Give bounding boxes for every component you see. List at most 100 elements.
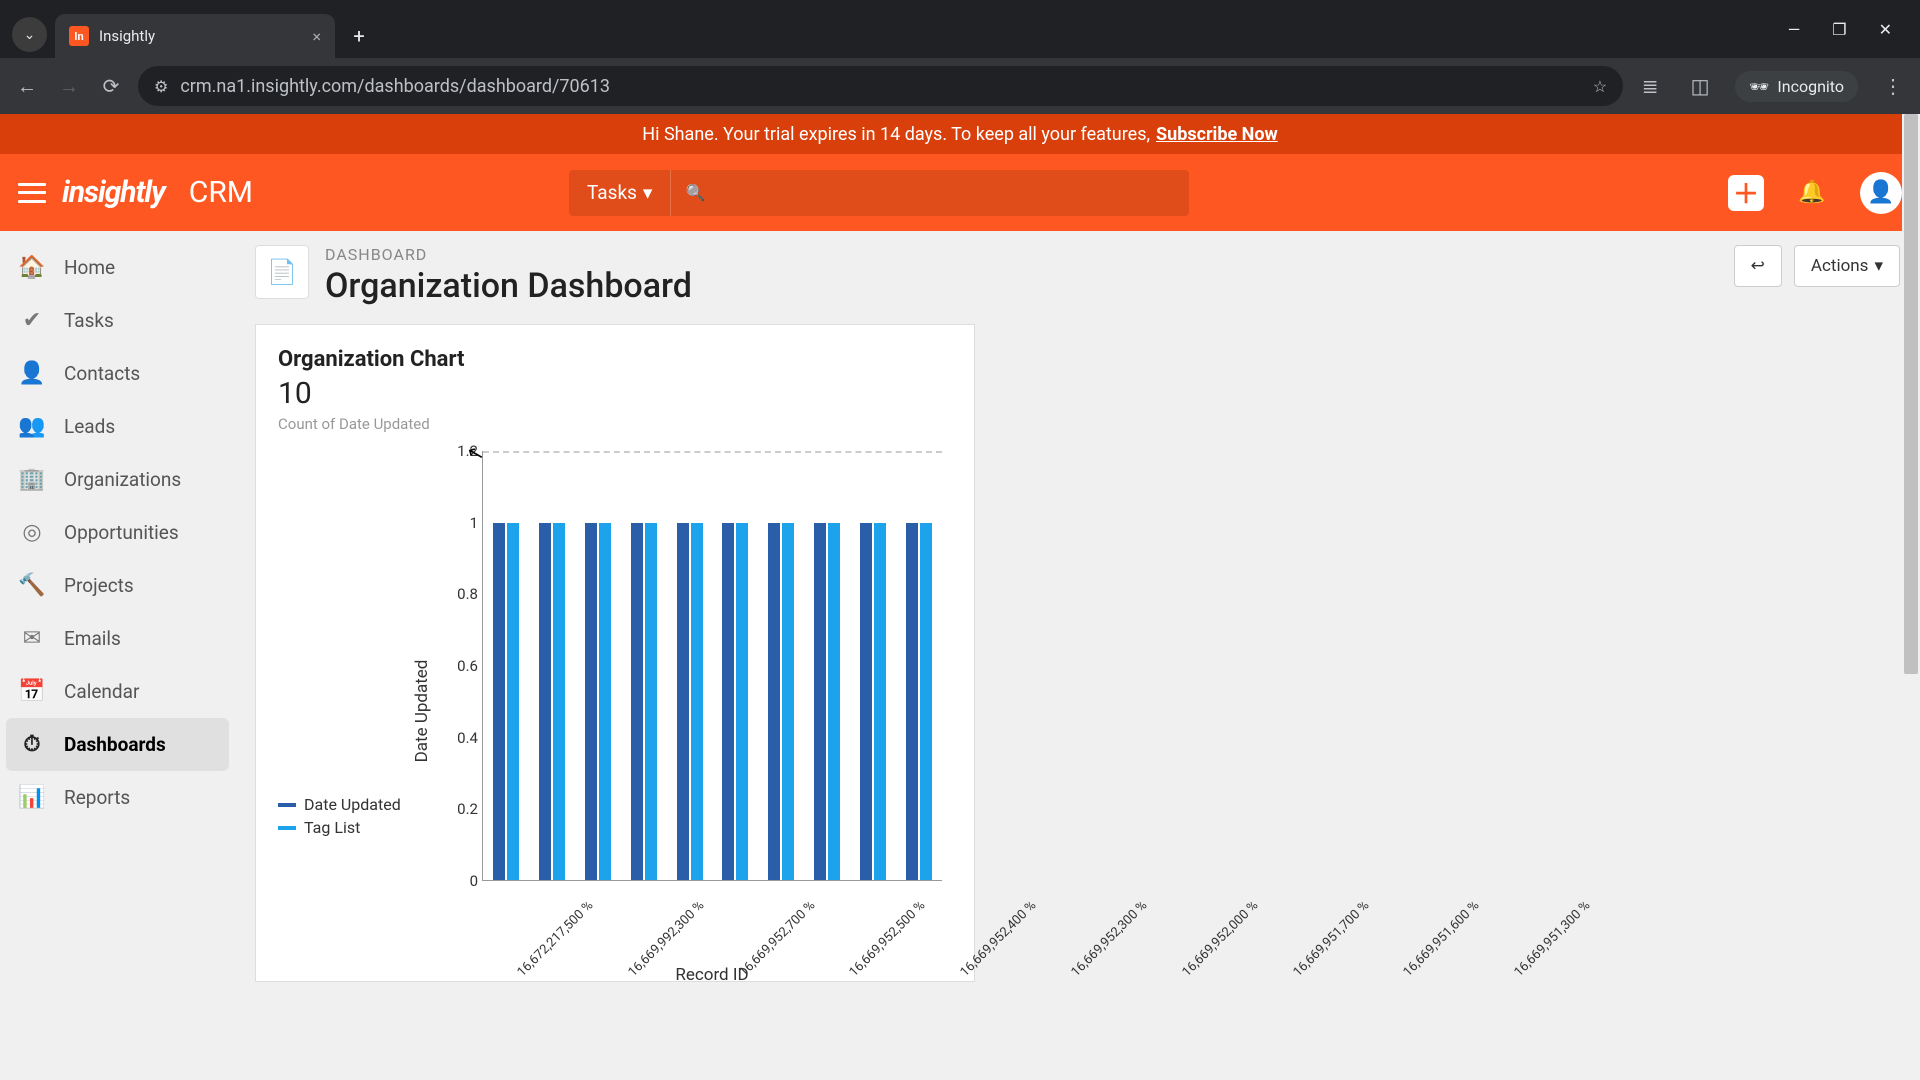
url-input[interactable]: ⚙ crm.na1.insightly.com/dashboards/dashb… bbox=[138, 66, 1623, 106]
card-title: Organization Chart bbox=[278, 347, 952, 372]
actions-dropdown[interactable]: Actions ▾ bbox=[1794, 245, 1900, 287]
bar bbox=[722, 523, 734, 881]
maximize-icon[interactable]: ❐ bbox=[1832, 20, 1846, 39]
bar bbox=[874, 523, 886, 881]
y-tick: 0.4 bbox=[457, 729, 478, 747]
incognito-badge[interactable]: 🕶 Incognito bbox=[1735, 71, 1858, 102]
app-name: CRM bbox=[189, 175, 253, 210]
bar bbox=[631, 523, 643, 881]
sidebar-item-organizations[interactable]: 🏢Organizations bbox=[6, 453, 229, 506]
organizations-icon: 🏢 bbox=[18, 467, 46, 492]
sidebar-item-calendar[interactable]: 📅 Calendar bbox=[6, 665, 229, 718]
x-tick: 16,669,951,300 % bbox=[1512, 891, 1654, 1033]
chart-card: Organization Chart 1 0 Count of Date Upda… bbox=[255, 324, 975, 982]
bar bbox=[539, 523, 551, 881]
bar bbox=[814, 523, 826, 881]
sidebar-item-label: Leads bbox=[64, 415, 115, 438]
bar-group[interactable] bbox=[852, 451, 894, 880]
forward-button[interactable]: → bbox=[54, 71, 84, 101]
browser-tab[interactable]: In Insightly × bbox=[55, 14, 335, 58]
minimize-icon[interactable]: — bbox=[1788, 20, 1801, 39]
sidebar-item-tasks[interactable]: ✔ Tasks bbox=[6, 294, 229, 347]
sidebar-item-label: Tasks bbox=[64, 309, 114, 332]
incognito-icon: 🕶 bbox=[1749, 77, 1769, 96]
sidebar-item-opportunities[interactable]: ◎ Opportunities bbox=[6, 506, 229, 559]
sidebar-item-label: Emails bbox=[64, 627, 121, 650]
bar bbox=[906, 523, 918, 881]
panel-icon[interactable]: ◫ bbox=[1685, 71, 1715, 101]
calendar-icon: 📅 bbox=[18, 679, 46, 704]
tab-title: Insightly bbox=[99, 27, 155, 45]
bar bbox=[782, 523, 794, 881]
bar-group[interactable] bbox=[577, 451, 619, 880]
window-controls: — ❐ ✕ bbox=[1788, 20, 1912, 39]
y-tick: 0 bbox=[470, 872, 478, 890]
legend-item[interactable]: Tag List bbox=[278, 818, 428, 837]
bar-group[interactable] bbox=[531, 451, 573, 880]
bar bbox=[585, 523, 597, 881]
menu-toggle-button[interactable] bbox=[18, 183, 46, 203]
app-header: insightly CRM Tasks ▾ 🔍 ＋ 🔔 👤 bbox=[0, 154, 1920, 231]
tab-search-button[interactable]: ⌄ bbox=[12, 17, 47, 52]
bar bbox=[768, 523, 780, 881]
new-tab-button[interactable]: + bbox=[341, 18, 377, 54]
sidebar-item-dashboards[interactable]: ⏱Dashboards bbox=[6, 718, 229, 771]
notifications-icon[interactable]: 🔔 bbox=[1792, 173, 1832, 213]
bar-group[interactable] bbox=[760, 451, 802, 880]
tasks-icon: ✔ bbox=[18, 308, 46, 333]
user-avatar[interactable]: 👤 bbox=[1860, 172, 1902, 214]
extensions-icon[interactable]: ≣ bbox=[1635, 71, 1665, 101]
bar-group[interactable] bbox=[669, 451, 711, 880]
emails-icon: ✉ bbox=[18, 626, 46, 651]
sidebar-item-label: Calendar bbox=[64, 680, 139, 703]
sidebar-item-emails[interactable]: ✉ Emails bbox=[6, 612, 229, 665]
bar-group[interactable] bbox=[898, 451, 940, 880]
global-search: Tasks ▾ 🔍 bbox=[569, 170, 1189, 216]
brand-logo[interactable]: insightly bbox=[62, 175, 165, 210]
search-input[interactable]: 🔍 bbox=[671, 183, 1189, 202]
sidebar-item-projects[interactable]: 🔨Projects bbox=[6, 559, 229, 612]
sidebar-item-leads[interactable]: 👥Leads bbox=[6, 400, 229, 453]
bar-group[interactable] bbox=[623, 451, 665, 880]
bar-group[interactable] bbox=[485, 451, 527, 880]
sidebar-item-label: Reports bbox=[64, 786, 130, 809]
sidebar-item-label: Dashboards bbox=[64, 733, 166, 756]
bar bbox=[736, 523, 748, 881]
chart: Date UpdatedTag List Date Updated 00.20.… bbox=[278, 451, 952, 971]
projects-icon: 🔨 bbox=[18, 573, 46, 598]
chevron-down-icon: ▾ bbox=[643, 181, 653, 204]
sidebar-item-reports[interactable]: 📊Reports bbox=[6, 771, 229, 824]
scrollbar-track[interactable] bbox=[1902, 114, 1920, 1080]
scrollbar-thumb[interactable] bbox=[1904, 114, 1918, 674]
quick-add-button[interactable]: ＋ bbox=[1728, 175, 1764, 211]
browser-menu-icon[interactable]: ⋮ bbox=[1878, 71, 1908, 101]
chart-plot: Date Updated 00.20.40.60.811.2 16,672,21… bbox=[428, 451, 952, 971]
close-window-icon[interactable]: ✕ bbox=[1879, 20, 1892, 39]
home-icon: 🏠 bbox=[18, 255, 46, 280]
opportunities-icon: ◎ bbox=[18, 520, 46, 545]
subscribe-link[interactable]: Subscribe Now bbox=[1156, 124, 1278, 145]
trial-text: Hi Shane. Your trial expires in 14 days.… bbox=[642, 124, 1150, 145]
reload-button[interactable]: ⟳ bbox=[96, 71, 126, 101]
address-bar: ← → ⟳ ⚙ crm.na1.insightly.com/dashboards… bbox=[0, 58, 1920, 114]
actions-label: Actions bbox=[1811, 256, 1869, 276]
dashboard-icon: 📄 bbox=[255, 245, 309, 299]
bar-group[interactable] bbox=[715, 451, 757, 880]
card-subtitle: Count of Date Updated bbox=[278, 415, 952, 433]
legend-item[interactable]: Date Updated bbox=[278, 795, 428, 814]
y-tick: 1 bbox=[470, 514, 478, 532]
bar bbox=[691, 523, 703, 881]
legend-swatch bbox=[278, 826, 296, 830]
close-tab-icon[interactable]: × bbox=[312, 27, 321, 46]
back-button[interactable]: ← bbox=[12, 71, 42, 101]
site-settings-icon[interactable]: ⚙ bbox=[154, 77, 168, 96]
back-action-button[interactable]: ↩ bbox=[1734, 245, 1782, 287]
search-icon: 🔍 bbox=[685, 183, 705, 202]
search-scope-select[interactable]: Tasks ▾ bbox=[569, 170, 671, 216]
sidebar-item-home[interactable]: 🏠Home bbox=[6, 241, 229, 294]
bar bbox=[860, 523, 872, 881]
bar-group[interactable] bbox=[806, 451, 848, 880]
bookmark-icon[interactable]: ☆ bbox=[1593, 77, 1607, 96]
sidebar-item-label: Opportunities bbox=[64, 521, 179, 544]
sidebar-item-contacts[interactable]: 👤Contacts bbox=[6, 347, 229, 400]
